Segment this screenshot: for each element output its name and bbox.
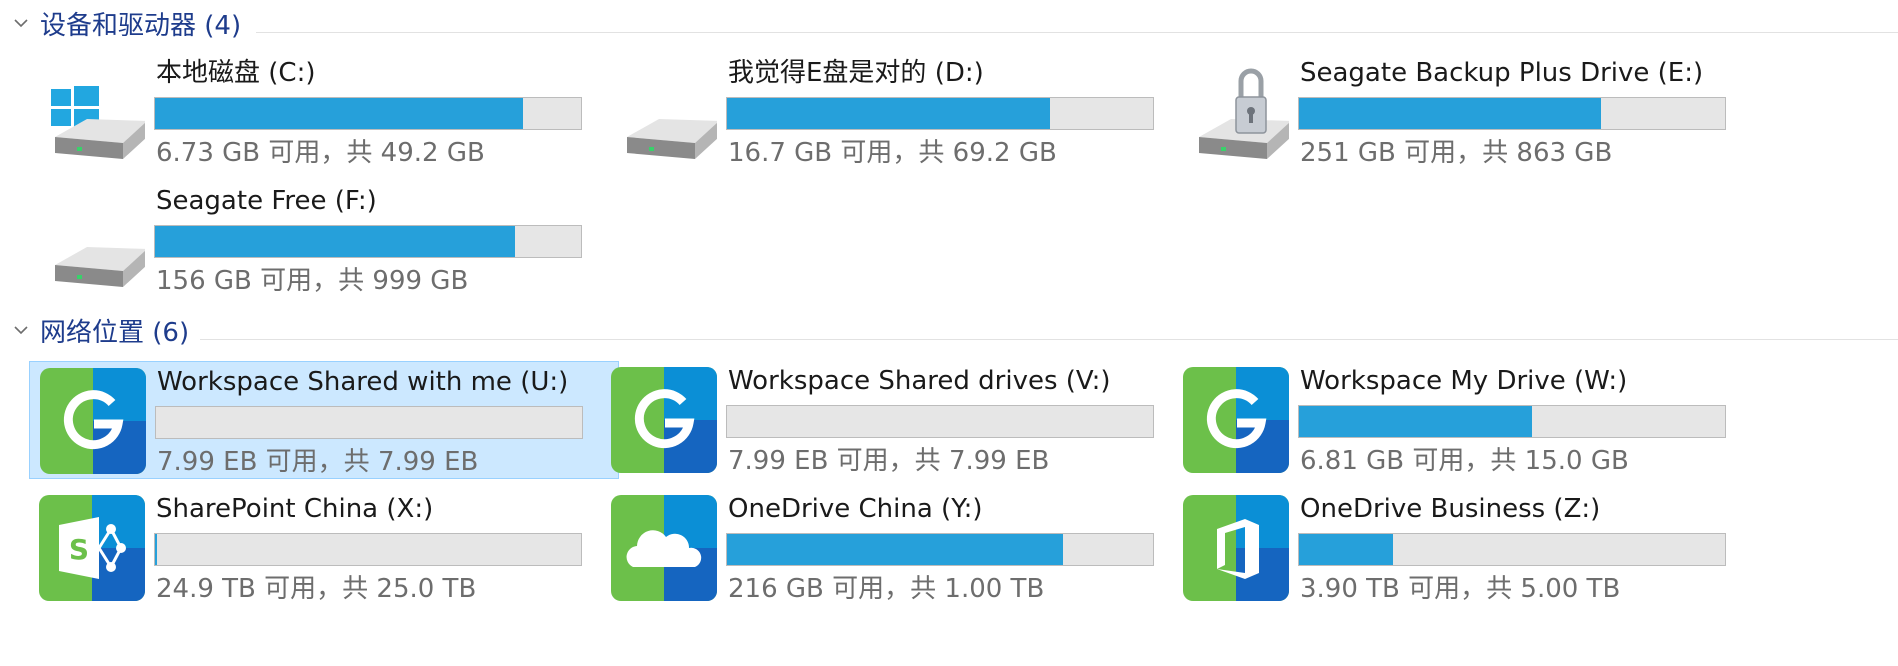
drive-usage-bar [154, 225, 582, 258]
drive-usage-bar [154, 533, 582, 566]
chevron-down-icon[interactable] [12, 321, 30, 339]
drive-usage-fill [155, 98, 523, 129]
drive-usage-fill [727, 534, 1064, 565]
drive-tile-e[interactable]: Seagate Backup Plus Drive (E:) 251 GB 可用… [1173, 53, 1763, 171]
drive-usage-bar [726, 97, 1154, 130]
drive-size-text: 7.99 EB 可用，共 7.99 EB [728, 446, 1050, 476]
group-title-devices: 设备和驱动器 (4) [40, 11, 242, 41]
drive-usage-bar [1298, 405, 1726, 438]
drive-name: Workspace Shared with me (U:) [157, 367, 569, 397]
google-workspace-icon [1183, 367, 1289, 473]
drive-tile-v[interactable]: Workspace Shared drives (V:) 7.99 EB 可用，… [601, 361, 1191, 479]
svg-text:S: S [69, 533, 89, 566]
drive-name: Workspace Shared drives (V:) [728, 366, 1111, 396]
drive-tile-y[interactable]: OneDrive China (Y:) 216 GB 可用，共 1.00 TB [601, 489, 1191, 607]
drive-name: Seagate Free (F:) [156, 186, 377, 216]
drive-name: OneDrive Business (Z:) [1300, 494, 1601, 524]
drive-size-text: 16.7 GB 可用，共 69.2 GB [728, 138, 1057, 168]
drive-size-text: 216 GB 可用，共 1.00 TB [728, 574, 1045, 604]
drive-tile-u[interactable]: Workspace Shared with me (U:) 7.99 EB 可用… [29, 361, 619, 479]
drive-tile-c[interactable]: 本地磁盘 (C:) 6.73 GB 可用，共 49.2 GB [29, 53, 619, 171]
group-header-devices[interactable]: 设备和驱动器 (4) [0, 6, 1898, 46]
drive-name: SharePoint China (X:) [156, 494, 434, 524]
drive-name: Seagate Backup Plus Drive (E:) [1300, 58, 1704, 88]
drive-usage-fill [1299, 98, 1602, 129]
drive-size-text: 24.9 TB 可用，共 25.0 TB [156, 574, 477, 604]
drive-usage-fill [1299, 534, 1393, 565]
google-workspace-icon [611, 367, 717, 473]
drive-name: OneDrive China (Y:) [728, 494, 983, 524]
drive-usage-fill [155, 226, 515, 257]
drive-usage-fill [1299, 406, 1532, 437]
group-divider [256, 32, 1898, 33]
windows-disk-icon [51, 86, 145, 159]
hard-disk-icon [55, 247, 145, 287]
drive-usage-bar [155, 406, 583, 439]
drive-usage-bar [154, 97, 582, 130]
drive-size-text: 251 GB 可用，共 863 GB [1300, 138, 1613, 168]
drive-size-text: 6.81 GB 可用，共 15.0 GB [1300, 446, 1629, 476]
group-divider [200, 339, 1898, 340]
office-icon [1183, 495, 1289, 601]
locked-disk-icon [1199, 68, 1289, 159]
drive-tile-d[interactable]: 我觉得E盘是对的 (D:) 16.7 GB 可用，共 69.2 GB [601, 53, 1191, 171]
drive-name: Workspace My Drive (W:) [1300, 366, 1628, 396]
group-title-network: 网络位置 (6) [40, 318, 190, 348]
drive-tile-f[interactable]: Seagate Free (F:) 156 GB 可用，共 999 GB [29, 181, 619, 299]
drive-tile-w[interactable]: Workspace My Drive (W:) 6.81 GB 可用，共 15.… [1173, 361, 1763, 479]
drive-usage-bar [1298, 533, 1726, 566]
drive-size-text: 156 GB 可用，共 999 GB [156, 266, 469, 296]
hard-disk-icon [627, 119, 717, 159]
drive-size-text: 7.99 EB 可用，共 7.99 EB [157, 447, 479, 477]
drive-name: 我觉得E盘是对的 (D:) [728, 58, 984, 88]
google-workspace-icon [40, 368, 146, 474]
drive-usage-bar [1298, 97, 1726, 130]
drive-size-text: 3.90 TB 可用，共 5.00 TB [1300, 574, 1621, 604]
group-header-network[interactable]: 网络位置 (6) [0, 313, 1898, 353]
drive-tile-z[interactable]: OneDrive Business (Z:) 3.90 TB 可用，共 5.00… [1173, 489, 1763, 607]
drive-usage-fill [155, 534, 157, 565]
drive-name: 本地磁盘 (C:) [156, 58, 316, 88]
drive-usage-fill [727, 98, 1051, 129]
drive-tile-x[interactable]: S SharePoint China (X:) 24.9 TB 可用，共 25.… [29, 489, 619, 607]
chevron-down-icon[interactable] [12, 14, 30, 32]
drive-usage-bar [726, 533, 1154, 566]
drive-size-text: 6.73 GB 可用，共 49.2 GB [156, 138, 485, 168]
onedrive-cloud-icon [611, 495, 717, 601]
sharepoint-icon: S [39, 495, 145, 601]
drive-usage-bar [726, 405, 1154, 438]
